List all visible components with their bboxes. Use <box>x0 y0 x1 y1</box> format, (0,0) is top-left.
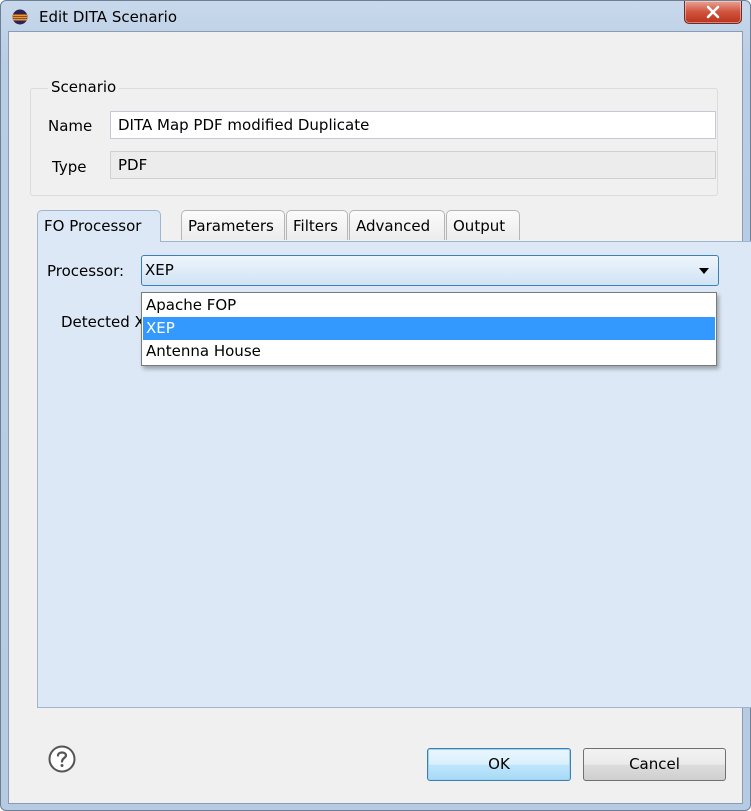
tab-fo-processor[interactable]: FO Processor <box>37 210 161 242</box>
title-bar[interactable]: Edit DITA Scenario <box>1 1 750 31</box>
close-icon <box>706 5 720 19</box>
tab-advanced[interactable]: Advanced <box>349 210 445 240</box>
scenario-legend: Scenario <box>48 78 120 96</box>
dropdown-option-xep[interactable]: XEP <box>143 317 715 340</box>
processor-label: Processor: <box>47 262 125 280</box>
eclipse-icon <box>12 9 28 25</box>
processor-selected-value: XEP <box>145 261 174 279</box>
processor-select[interactable]: XEP <box>141 255 719 286</box>
processor-dropdown-list: Apache FOP XEP Antenna House <box>141 292 717 366</box>
window-title: Edit DITA Scenario <box>39 8 178 26</box>
tab-filters[interactable]: Filters <box>286 210 348 240</box>
name-label: Name <box>48 117 93 135</box>
help-icon[interactable] <box>48 745 76 773</box>
chevron-down-icon[interactable] <box>699 268 709 274</box>
tab-parameters[interactable]: Parameters <box>181 210 285 240</box>
close-button[interactable] <box>684 1 742 24</box>
detected-label: Detected X <box>61 313 145 331</box>
cancel-button[interactable]: Cancel <box>583 748 726 781</box>
dropdown-option-antenna-house[interactable]: Antenna House <box>143 340 715 363</box>
tab-output[interactable]: Output <box>446 210 520 240</box>
type-field: PDF <box>110 151 716 179</box>
ok-button[interactable]: OK <box>427 748 571 781</box>
dropdown-option-apache-fop[interactable]: Apache FOP <box>143 294 715 317</box>
name-field[interactable]: DITA Map PDF modified Duplicate <box>110 111 716 139</box>
scenario-group <box>30 88 718 196</box>
type-label: Type <box>52 158 87 176</box>
